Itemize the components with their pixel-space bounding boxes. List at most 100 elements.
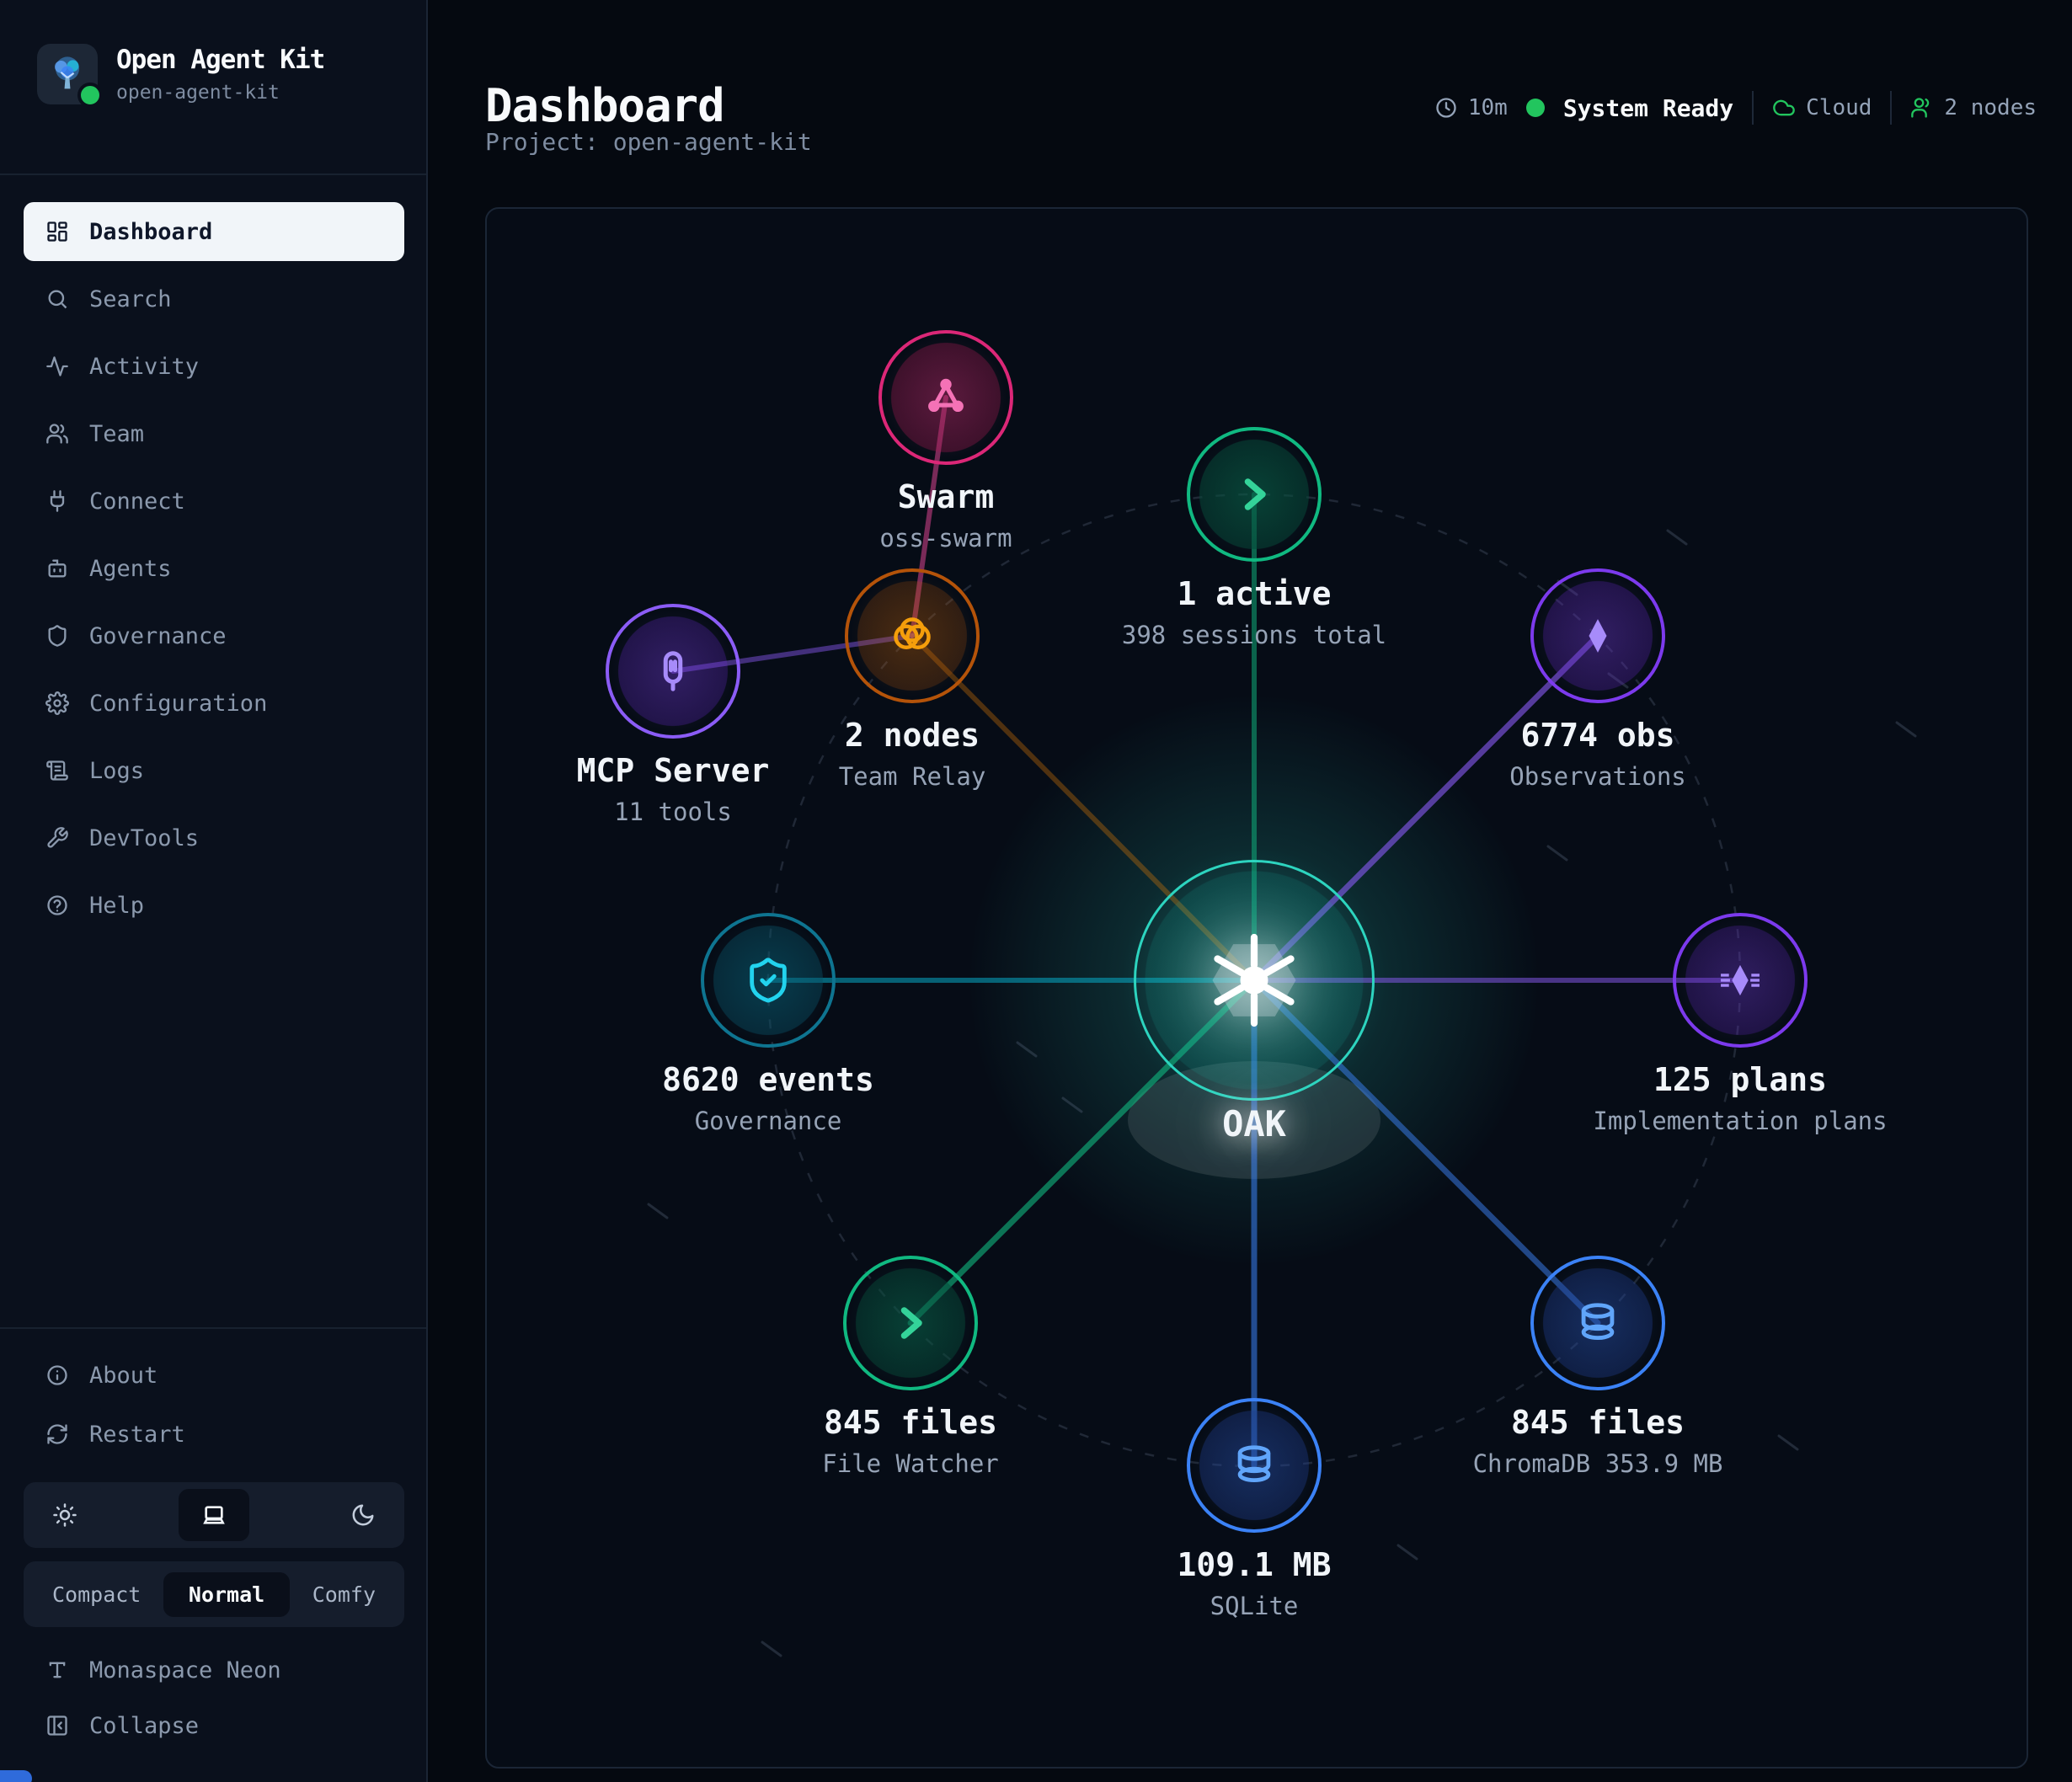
observations-node-circle[interactable]: [1530, 568, 1665, 703]
sidebar-item-activity[interactable]: Activity: [24, 337, 404, 396]
cloud-status: Cloud: [1772, 95, 1872, 120]
clock-icon: [1434, 96, 1458, 120]
node-value: 845 files: [824, 1404, 997, 1441]
node-sublabel: Implementation plans: [1593, 1107, 1887, 1135]
density-normal-button[interactable]: Normal: [163, 1572, 290, 1617]
team-relay-node-circle[interactable]: [845, 568, 980, 703]
shield-icon: [45, 624, 69, 648]
system-ready-dot: [1526, 99, 1545, 117]
status-online-dot: [77, 83, 103, 108]
density-compact-button[interactable]: Compact: [52, 1582, 141, 1607]
node-sublabel: SQLite: [1210, 1592, 1299, 1620]
scroll-icon: [45, 759, 69, 782]
sidebar-item-label: Connect: [89, 488, 185, 515]
sessions-node-circle[interactable]: [1187, 427, 1322, 562]
mcp-server-icon: [648, 646, 698, 696]
sidebar-item-label: Governance: [89, 623, 227, 649]
sidebar-item-label: Dashboard: [89, 219, 212, 245]
node-value: 109.1 MB: [1177, 1546, 1331, 1583]
density-comfy-button[interactable]: Comfy: [312, 1582, 376, 1607]
status-separator: [1890, 91, 1892, 125]
laptop-icon: [200, 1502, 227, 1529]
oak-hub-icon: [1191, 917, 1317, 1043]
diamond-icon: [1574, 612, 1621, 659]
theme-dark-button[interactable]: [350, 1502, 376, 1528]
sidebar-item-label: Help: [89, 893, 144, 919]
sidebar-item-dashboard[interactable]: Dashboard: [24, 202, 404, 261]
wrench-icon: [45, 826, 69, 850]
governance-node-circle[interactable]: [701, 913, 836, 1048]
node-value: 6774 obs: [1520, 717, 1674, 754]
search-icon: [45, 287, 69, 311]
team-icon: [45, 422, 69, 446]
sidebar-item-label: DevTools: [89, 825, 199, 851]
activity-icon: [45, 355, 69, 378]
sidebar-item-agents[interactable]: Agents: [24, 539, 404, 598]
app-logo: [37, 44, 98, 104]
sidebar-footer-divider: [0, 1327, 426, 1329]
node-value: 845 files: [1511, 1404, 1685, 1441]
info-icon: [45, 1363, 69, 1387]
nodes-status: 2 nodes: [1910, 95, 2037, 120]
collapse-label: Collapse: [89, 1713, 199, 1739]
sidebar-item-label: Team: [89, 421, 144, 447]
uptime-value: 10m: [1468, 95, 1508, 120]
corner-accent-bar: [0, 1770, 32, 1782]
theme-toggle: [24, 1482, 404, 1548]
sidebar: Open Agent Kit open-agent-kit Dashboard …: [0, 0, 428, 1782]
sidebar-item-help[interactable]: Help: [24, 876, 404, 935]
sun-icon: [52, 1502, 77, 1528]
mcp-node-circle[interactable]: [606, 604, 740, 739]
moon-icon: [350, 1502, 376, 1528]
sidebar-item-governance[interactable]: Governance: [24, 606, 404, 665]
sidebar-item-devtools[interactable]: DevTools: [24, 808, 404, 867]
sidebar-item-label: Agents: [89, 556, 172, 582]
theme-system-button[interactable]: [179, 1489, 249, 1541]
about-button[interactable]: About: [24, 1346, 404, 1405]
collapse-sidebar-button[interactable]: Collapse: [24, 1699, 404, 1752]
database-icon: [1230, 1441, 1279, 1490]
gear-icon: [45, 691, 69, 715]
node-value: 8620 events: [662, 1061, 874, 1098]
node-value: 125 plans: [1653, 1061, 1827, 1098]
restart-label: Restart: [89, 1422, 185, 1448]
sidebar-item-team[interactable]: Team: [24, 404, 404, 463]
node-sublabel: oss-swarm: [879, 524, 1012, 552]
system-ready-label: System Ready: [1563, 94, 1733, 122]
users-icon: [1910, 96, 1934, 120]
plug-icon: [45, 489, 69, 513]
sidebar-item-search[interactable]: Search: [24, 269, 404, 328]
chevron-right-icon: [1229, 469, 1279, 520]
sidebar-item-configuration[interactable]: Configuration: [24, 674, 404, 733]
node-sublabel: ChromaDB 353.9 MB: [1473, 1449, 1723, 1478]
shield-check-icon: [744, 956, 793, 1005]
app-window: Open Agent Kit open-agent-kit Dashboard …: [0, 0, 2072, 1782]
sidebar-item-logs[interactable]: Logs: [24, 741, 404, 800]
node-value: MCP Server: [577, 752, 770, 789]
font-selector[interactable]: Monaspace Neon: [24, 1641, 404, 1699]
sidebar-divider: [0, 173, 426, 175]
restart-button[interactable]: Restart: [24, 1405, 404, 1464]
panel-collapse-icon: [45, 1714, 69, 1737]
swarm-node-circle[interactable]: [878, 330, 1013, 465]
robot-icon: [45, 557, 69, 580]
plans-node-circle[interactable]: [1673, 913, 1808, 1048]
oak-node-circle[interactable]: [1134, 860, 1375, 1101]
file-watcher-node-circle[interactable]: [843, 1256, 978, 1390]
app-subtitle: open-agent-kit: [116, 82, 324, 104]
theme-light-button[interactable]: [52, 1502, 77, 1528]
dashboard-icon: [45, 220, 69, 243]
app-title: Open Agent Kit: [116, 45, 324, 75]
status-bar: 10m System Ready Cloud 2 nodes: [1434, 91, 2037, 125]
sidebar-item-label: Configuration: [89, 691, 267, 717]
sidebar-item-label: Search: [89, 286, 172, 312]
node-sublabel: Governance: [695, 1107, 842, 1135]
page-title: Dashboard: [485, 79, 724, 132]
node-sublabel: File Watcher: [822, 1449, 999, 1478]
node-value: 2 nodes: [845, 717, 980, 754]
cloud-icon: [1772, 96, 1796, 120]
sqlite-node-circle[interactable]: [1187, 1398, 1322, 1533]
chromadb-node-circle[interactable]: [1530, 1256, 1665, 1390]
project-label: Project: open-agent-kit: [485, 128, 812, 156]
sidebar-item-connect[interactable]: Connect: [24, 472, 404, 531]
